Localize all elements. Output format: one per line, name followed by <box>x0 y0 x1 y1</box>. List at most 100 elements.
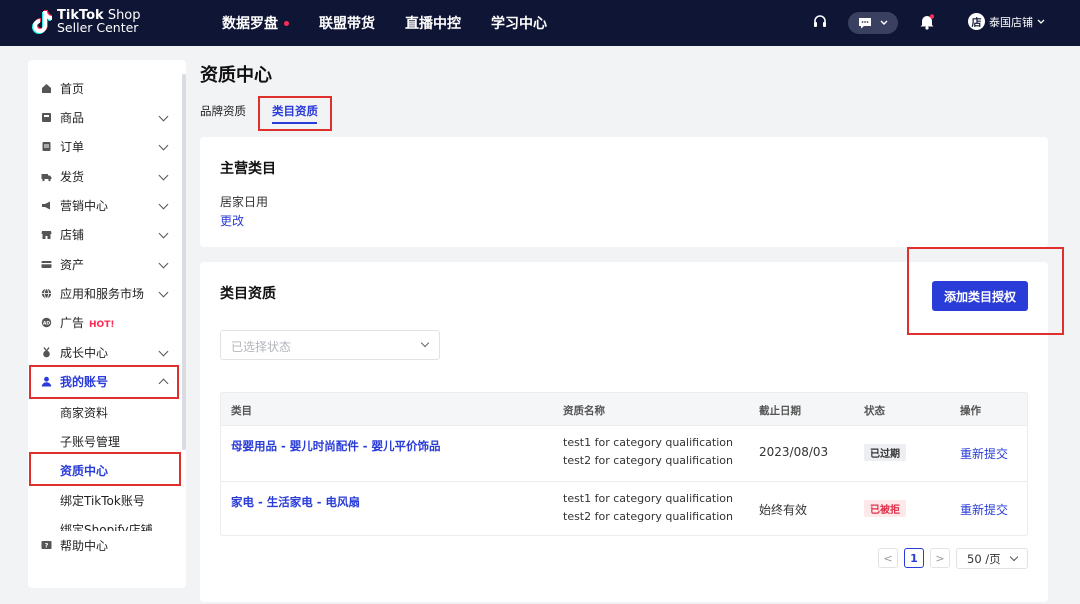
current-page[interactable]: 1 <box>904 548 924 568</box>
qualification-name: test2 for category qualification <box>563 510 733 523</box>
order-icon <box>42 141 51 151</box>
sidebar-item-help[interactable]: ? 帮助中心 <box>28 531 186 559</box>
bell-icon[interactable] <box>920 14 934 30</box>
change-category-link[interactable]: 更改 <box>220 212 244 229</box>
message-menu[interactable] <box>848 12 898 34</box>
highlight-box <box>258 96 332 131</box>
tiktok-logo-icon <box>32 10 52 34</box>
chevron-down-icon <box>158 258 169 269</box>
sidebar-item-label: 首页 <box>60 81 85 96</box>
highlight-box <box>29 452 181 486</box>
help-icon: ? <box>41 540 52 549</box>
status-filter-placeholder: 已选择状态 <box>231 340 292 354</box>
medal-icon <box>43 346 50 357</box>
truck-icon <box>41 173 52 181</box>
sidebar-item-home[interactable]: 首页 <box>28 74 186 102</box>
sidebar-item-ads[interactable]: AD 广告 HOT! <box>28 308 186 336</box>
chevron-down-icon <box>158 228 169 239</box>
resubmit-link[interactable]: 重新提交 <box>960 501 1008 518</box>
resubmit-link[interactable]: 重新提交 <box>960 445 1008 462</box>
sidebar-item-products[interactable]: 商品 <box>28 103 186 131</box>
chevron-down-icon <box>158 346 169 357</box>
sub-item-sub-accounts[interactable]: 子账号管理 <box>60 433 120 450</box>
chevron-down-icon <box>158 140 169 151</box>
category-path-link[interactable]: 家电 - 生活家电 - 电风扇 <box>231 494 360 510</box>
page-size-label: 50 /页 <box>967 551 1001 566</box>
sidebar-item-assets[interactable]: 资产 <box>28 250 186 278</box>
prev-page-button[interactable]: < <box>878 548 898 568</box>
deadline: 2023/08/03 <box>759 445 829 459</box>
status-filter-select[interactable]: 已选择状态 <box>220 330 440 360</box>
sidebar-item-label: 商品 <box>60 110 85 125</box>
store-icon <box>41 230 52 239</box>
sidebar-item-orders[interactable]: 订单 <box>28 132 186 160</box>
globe-icon <box>41 287 52 299</box>
sub-item-merchant-profile[interactable]: 商家资料 <box>60 404 108 421</box>
table-row: 家电 - 生活家电 - 电风扇 test1 for category quali… <box>221 481 1027 535</box>
sidebar: 首页 商品 订单 发货 营销中心 店铺 资产 应用和服务市场 AD 广告 HOT! <box>28 60 186 588</box>
sidebar-item-store[interactable]: 店铺 <box>28 220 186 248</box>
brand-subtitle: Seller Center <box>57 20 139 35</box>
sidebar-item-label: 营销中心 <box>60 198 109 213</box>
qualification-names: test1 for category qualification test2 f… <box>563 490 733 526</box>
qualification-name: test2 for category qualification <box>563 454 733 467</box>
hot-badge: HOT! <box>89 319 115 330</box>
shop-switcher[interactable]: 店 泰国店铺 <box>968 13 1045 30</box>
next-page-button[interactable]: > <box>930 548 950 568</box>
chevron-down-icon <box>158 287 169 298</box>
sidebar-item-marketing[interactable]: 营销中心 <box>28 191 186 219</box>
nav-affiliate[interactable]: 联盟带货 <box>319 13 375 33</box>
table-row: 母婴用品 - 婴儿时尚配件 - 婴儿平价饰品 test1 for categor… <box>221 425 1027 481</box>
tab-brand-qualification[interactable]: 品牌资质 <box>200 103 246 119</box>
page-title: 资质中心 <box>200 65 272 86</box>
chevron-down-icon <box>158 199 169 210</box>
qualification-names: test1 for category qualification test2 f… <box>563 434 733 470</box>
chevron-down-icon <box>420 338 430 348</box>
chevron-down-icon <box>158 170 169 181</box>
shop-label: 泰国店铺 <box>989 15 1033 29</box>
status-badge: 已过期 <box>864 444 906 461</box>
qualification-name: test1 for category qualification <box>563 492 733 505</box>
ads-label: 广告 <box>60 315 85 330</box>
sidebar-item-label: 订单 <box>60 139 85 154</box>
sidebar-item-label: 广告 HOT! <box>60 314 114 331</box>
chevron-down-icon <box>1009 552 1019 562</box>
sidebar-item-label: 发货 <box>60 169 85 184</box>
chevron-down-icon <box>1037 19 1045 24</box>
category-path-link[interactable]: 母婴用品 - 婴儿时尚配件 - 婴儿平价饰品 <box>231 438 441 454</box>
deadline: 始终有效 <box>759 503 808 517</box>
sidebar-item-label: 成长中心 <box>60 345 109 360</box>
page-size-select[interactable]: 50 /页 <box>956 548 1028 569</box>
sidebar-item-app-market[interactable]: 应用和服务市场 <box>28 279 186 307</box>
tiktok-shop-logo[interactable]: TikTok Shop Seller Center <box>32 9 141 35</box>
nav-label: 数据罗盘 <box>222 16 278 32</box>
status-badge: 已被拒 <box>864 500 906 517</box>
sidebar-item-label: 帮助中心 <box>60 538 109 553</box>
megaphone-icon <box>42 201 50 209</box>
chevron-down-icon <box>880 20 888 25</box>
top-nav-bar: TikTok Shop Seller Center 数据罗盘 联盟带货 直播中控… <box>0 0 1080 46</box>
column-header-deadline: 截止日期 <box>759 405 801 417</box>
sidebar-scrollbar[interactable] <box>182 74 186 450</box>
svg-text:AD: AD <box>43 320 50 326</box>
nav-label: 学习中心 <box>491 16 547 32</box>
nav-data-compass[interactable]: 数据罗盘 <box>222 13 289 33</box>
nav-learning-center[interactable]: 学习中心 <box>491 13 547 33</box>
column-header-status: 状态 <box>864 405 885 417</box>
table-header: 类目 资质名称 截止日期 状态 操作 <box>221 393 1027 425</box>
column-header-qualification-name: 资质名称 <box>563 405 605 417</box>
highlight-box <box>907 247 1064 335</box>
sidebar-item-shipping[interactable]: 发货 <box>28 162 186 190</box>
headset-icon[interactable] <box>813 15 827 29</box>
sub-item-bind-tiktok[interactable]: 绑定TikTok账号 <box>60 492 145 509</box>
ads-icon: AD <box>41 317 52 327</box>
nav-live-control[interactable]: 直播中控 <box>405 13 461 33</box>
nav-label: 联盟带货 <box>319 16 375 32</box>
sidebar-item-growth[interactable]: 成长中心 <box>28 338 186 366</box>
qualification-name: test1 for category qualification <box>563 436 733 449</box>
sub-item-bind-shopify[interactable]: 绑定Shopify店铺 <box>60 521 153 531</box>
sidebar-item-label: 应用和服务市场 <box>60 286 145 301</box>
notification-dot <box>284 20 289 26</box>
chat-icon <box>859 18 871 29</box>
main-category-card <box>200 137 1048 247</box>
